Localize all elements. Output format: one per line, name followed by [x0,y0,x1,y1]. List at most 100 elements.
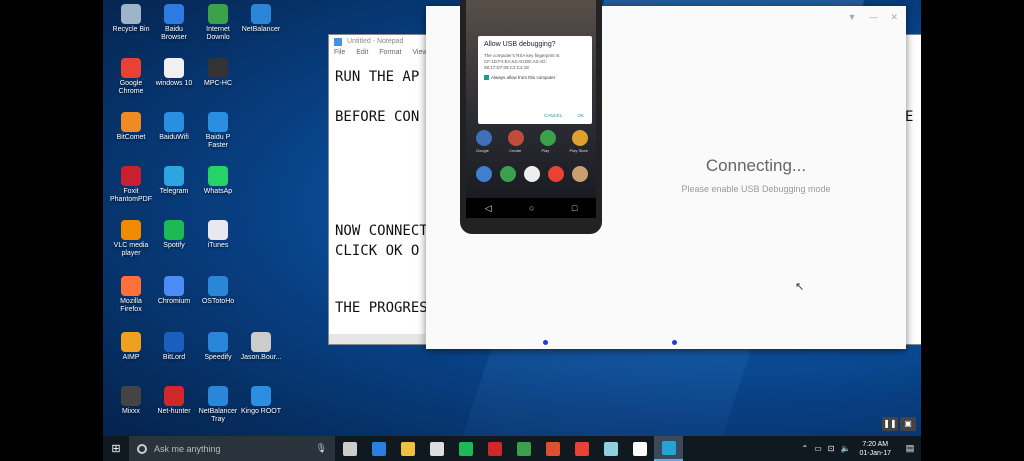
network-icon[interactable]: ⊡ [828,444,835,453]
taskbar-chrome[interactable] [567,436,596,461]
taskbar-huawei[interactable] [480,436,509,461]
desktop-icon[interactable]: VLC media player [109,220,153,258]
desktop-icon[interactable]: WhatsAp [196,166,240,196]
desktop-icon[interactable]: Mozilla Firefox [109,276,153,314]
volume-icon[interactable]: 🔈 [841,444,851,453]
desktop-icon[interactable]: Speedify [196,332,240,362]
always-allow-checkbox[interactable]: Always allow from this computer [484,75,586,81]
desktop-icon-label: OSTotoHo [201,298,235,305]
app-icon [208,58,228,78]
menu-edit[interactable]: Edit [356,49,368,56]
app-icon [164,220,184,240]
desktop-icon[interactable]: BitComet [109,112,153,142]
messaging-icon [500,166,516,182]
desktop-icon[interactable]: Google Chrome [109,58,153,96]
app-icon [208,220,228,240]
desktop-icon[interactable]: Kingo ROOT [239,386,283,416]
app-icon [164,4,184,24]
minimize-icon[interactable]: — [869,12,878,22]
desktop-icon[interactable]: Mixxx [109,386,153,416]
app-drawer-icon [524,166,540,182]
menu-format[interactable]: Format [379,49,401,56]
taskbar-android[interactable] [509,436,538,461]
app-icon [164,386,184,406]
desktop-icon-label: Net-hunter [157,408,191,415]
taskbar-store[interactable] [422,436,451,461]
desktop-icon[interactable]: Foxit PhantomPDF [109,166,153,204]
close-icon[interactable]: ✕ [890,12,898,22]
app-icon [208,332,228,352]
taskbar-file-explorer[interactable] [393,436,422,461]
vysor-window[interactable]: ▼ — ✕ Allow USB debugging? The computer'… [426,0,906,349]
desktop-icon[interactable]: iTunes [196,220,240,250]
desktop-icon[interactable]: OSTotoHo [196,276,240,306]
desktop-icon[interactable]: Recycle Bin [109,4,153,34]
back-icon[interactable]: ◁ [485,203,492,214]
connecting-title: Connecting... [705,156,807,175]
app-label: Google [476,148,489,153]
desktop-icon-label: iTunes [207,242,229,249]
notepad-hscrollbar[interactable] [329,334,425,344]
desktop-icon[interactable]: BitLord [152,332,196,362]
baidu-icon [632,441,647,456]
cortana-search[interactable]: Ask me anything 🎙 [129,436,335,461]
desktop-icon[interactable]: Baidu P Faster [196,112,240,150]
battery-icon[interactable]: ▭ [814,444,822,453]
desktop-icon[interactable]: Telegram [152,166,196,196]
phone-preview: Allow USB debugging? The computer's RSA … [460,0,602,234]
taskbar-spotify[interactable] [451,436,480,461]
recents-icon[interactable]: □ [572,203,577,213]
start-button[interactable]: ⊞ [103,436,129,461]
app-icon [121,220,141,240]
menu-file[interactable]: File [334,49,345,56]
desktop-icon[interactable]: MPC-HC [196,58,240,88]
app-icon [251,386,271,406]
taskbar-vysor[interactable] [654,436,683,461]
app-icon [121,58,141,78]
app-label: Play [541,148,550,153]
desktop-icon-label: Spotify [163,242,185,249]
desktop-icon[interactable]: windows 10 [152,58,196,88]
taskbar: ⊞ Ask me anything 🎙 ⌃ ▭ ⊡ 🔈 7:20 AM 01-J… [103,436,921,461]
desktop-icon-label: Internet Downlo [206,26,230,41]
desktop-icon[interactable]: Internet Downlo [196,4,240,42]
edge-icon [371,441,386,456]
cast-button[interactable]: ▣ [900,417,916,431]
task-view-icon [342,441,357,456]
desktop-icon[interactable]: Chromium [152,276,196,306]
notepad-line: NOW CONNECT [335,223,428,239]
app-icon [164,58,184,78]
taskbar-task-view[interactable] [335,436,364,461]
desktop-icon[interactable]: Net-hunter [152,386,196,416]
desktop-icon[interactable]: NetBalancer [239,4,283,34]
desktop-icon[interactable]: Jason.Bour... [239,332,283,362]
desktop-icon[interactable]: AIMP [109,332,153,362]
app-icon [121,166,141,186]
microphone-icon[interactable]: 🎙 [316,443,327,454]
pause-button[interactable]: ❚❚ [882,417,898,431]
cortana-icon [137,443,147,454]
chrome-icon [574,441,589,456]
desktop-icon[interactable]: Baidu Browser [152,4,196,42]
app-icon [164,332,184,352]
app-icon [121,4,141,24]
app-icon [121,386,141,406]
cancel-button[interactable]: CANCEL [544,113,562,118]
app-icon [208,386,228,406]
home-icon[interactable]: ○ [529,203,534,213]
app-icon [164,276,184,296]
desktop-icon[interactable]: Spotify [152,220,196,250]
desktop-icon-label: Foxit PhantomPDF [109,188,153,203]
clock[interactable]: 7:20 AM 01-Jan-17 [859,440,891,458]
taskbar-notepad[interactable] [596,436,625,461]
ok-button[interactable]: OK [577,113,584,118]
desktop-icon[interactable]: NetBalancer Tray [196,386,240,424]
taskbar-baidu[interactable] [625,436,654,461]
desktop-icon[interactable]: BaiduWifi [152,112,196,142]
action-center-icon[interactable]: ▤ [899,443,921,454]
chevron-up-icon[interactable]: ⌃ [802,444,809,453]
dropdown-icon[interactable]: ▼ [848,12,857,22]
taskbar-app-red[interactable] [538,436,567,461]
taskbar-edge[interactable] [364,436,393,461]
phone-screen: Allow USB debugging? The computer's RSA … [466,0,596,198]
